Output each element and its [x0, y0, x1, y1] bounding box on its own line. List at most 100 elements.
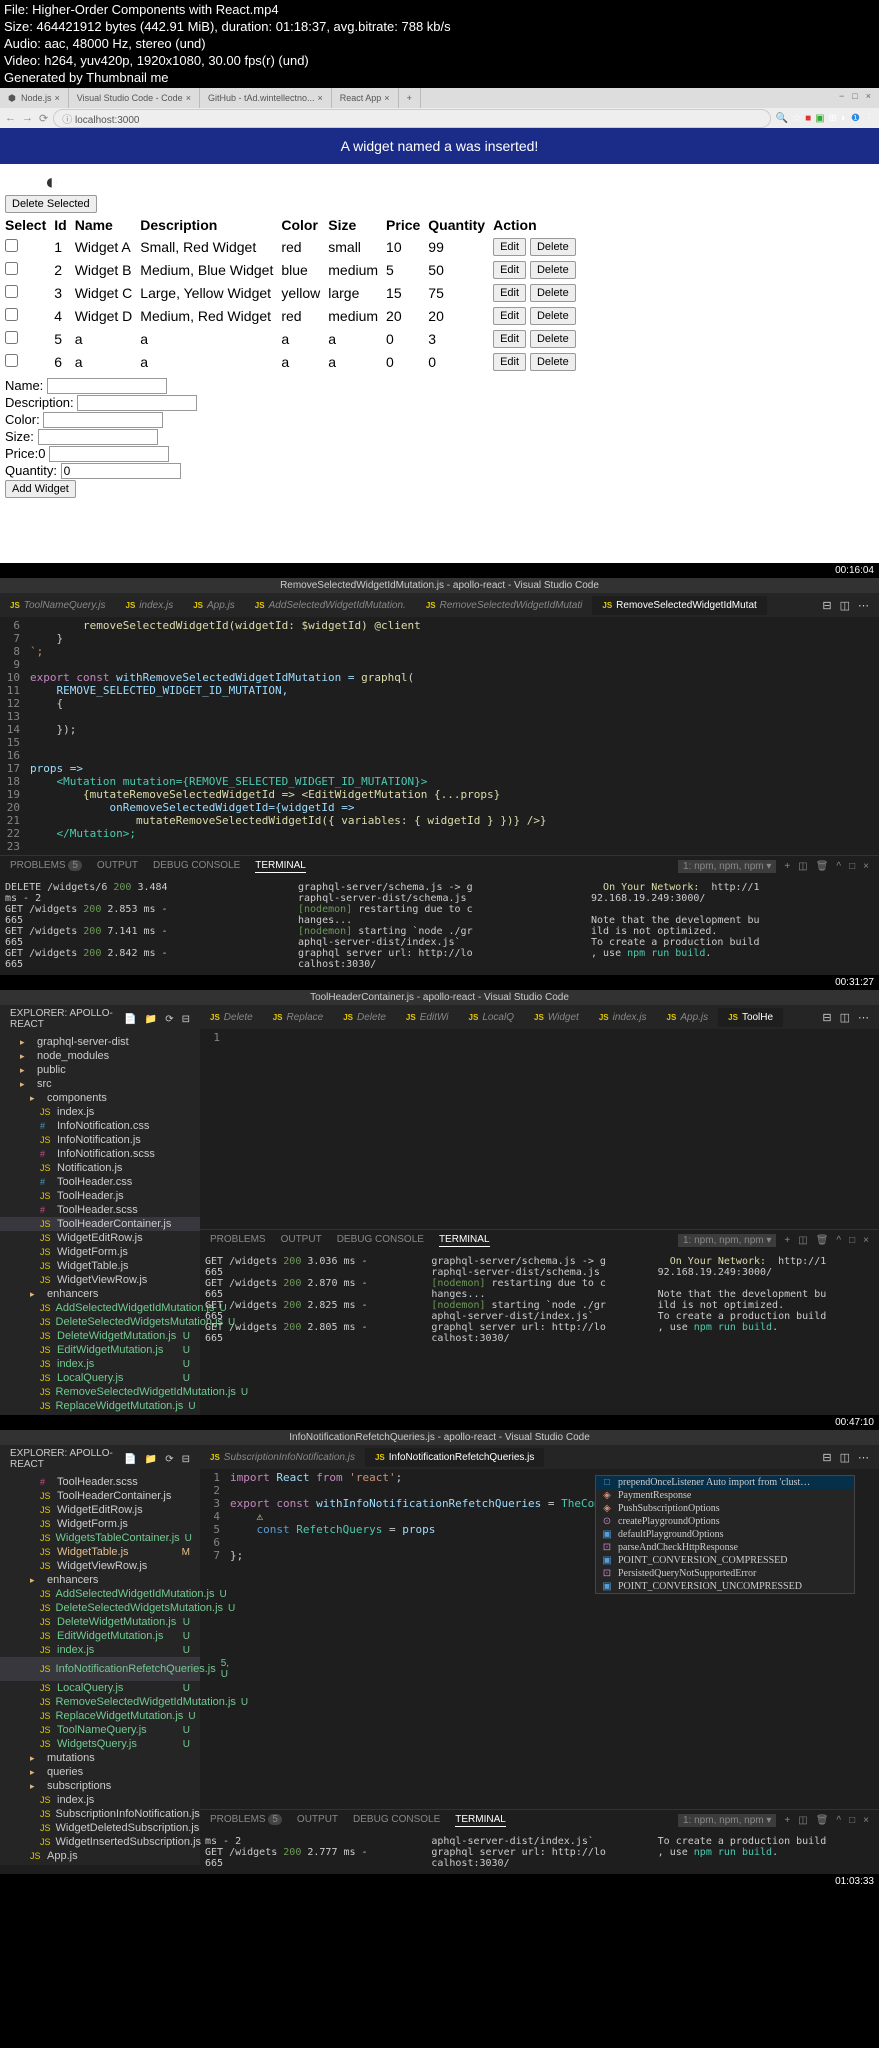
- row-checkbox[interactable]: [5, 308, 18, 321]
- tree-item[interactable]: JSDeleteSelectedWidgetsMutation.jsU: [0, 1315, 200, 1329]
- tree-item[interactable]: JSindex.js: [0, 1793, 200, 1807]
- chevron-up-icon[interactable]: ^: [836, 861, 841, 872]
- split-icon[interactable]: ◫: [798, 1815, 807, 1826]
- autocomplete-item[interactable]: ⊡parseAndCheckHttpResponse: [596, 1541, 854, 1554]
- terminal-body[interactable]: GET /widgets 200 3.036 ms - 665 GET /wid…: [200, 1251, 879, 1349]
- size-input[interactable]: [38, 429, 158, 445]
- tree-item[interactable]: JSReplaceWidgetMutation.jsU: [0, 1399, 200, 1413]
- plus-icon[interactable]: +: [784, 1815, 790, 1826]
- code-editor[interactable]: 1: [200, 1029, 879, 1229]
- editor-tab[interactable]: JSAddSelectedWidgetIdMutation.: [245, 596, 416, 615]
- code-editor[interactable]: 67891011121314151617181920212223 removeS…: [0, 617, 879, 855]
- tree-item[interactable]: JSWidgetTable.jsM: [0, 1545, 200, 1559]
- tree-item[interactable]: ▸mutations: [0, 1751, 200, 1765]
- tree-item[interactable]: #ToolHeader.scss: [0, 1203, 200, 1217]
- edit-button[interactable]: Edit: [493, 353, 526, 371]
- color-input[interactable]: [43, 412, 163, 428]
- tree-item[interactable]: ▸node_modules: [0, 1049, 200, 1063]
- browser-tab[interactable]: Visual Studio Code - Code×: [69, 88, 200, 108]
- debug-console-tab[interactable]: DEBUG CONSOLE: [337, 1234, 424, 1247]
- tree-item[interactable]: #InfoNotification.scss: [0, 1147, 200, 1161]
- new-folder-icon[interactable]: 📁: [145, 1014, 157, 1025]
- split-icon[interactable]: ◫: [840, 599, 850, 612]
- editor-tab[interactable]: JSToolHe: [718, 1008, 783, 1027]
- tree-item[interactable]: JSWidgetsTableContainer.jsU: [0, 1531, 200, 1545]
- problems-tab[interactable]: PROBLEMS 5: [10, 860, 82, 873]
- editor-tab[interactable]: JSDelete: [333, 1008, 396, 1027]
- tree-item[interactable]: JSDeleteWidgetMutation.jsU: [0, 1615, 200, 1629]
- tree-item[interactable]: ▸src: [0, 1077, 200, 1091]
- new-folder-icon[interactable]: 📁: [145, 1454, 157, 1465]
- row-checkbox[interactable]: [5, 239, 18, 252]
- editor-tab[interactable]: JSWidget: [524, 1008, 589, 1027]
- editor-tab[interactable]: JSRemoveSelectedWidgetIdMutati: [416, 596, 593, 615]
- delete-button[interactable]: Delete: [530, 261, 576, 279]
- close-icon[interactable]: ×: [863, 861, 869, 872]
- tree-item[interactable]: ▸queries: [0, 1765, 200, 1779]
- tree-item[interactable]: JSAddSelectedWidgetIdMutation.jsU: [0, 1301, 200, 1315]
- maximize-icon[interactable]: □: [852, 91, 857, 105]
- tree-item[interactable]: #InfoNotification.css: [0, 1119, 200, 1133]
- more-icon[interactable]: ⋯: [858, 599, 869, 612]
- minimize-icon[interactable]: −: [839, 91, 844, 105]
- output-tab[interactable]: OUTPUT: [281, 1234, 322, 1247]
- editor-tab[interactable]: JSApp.js: [183, 596, 245, 615]
- tree-item[interactable]: ▸public: [0, 1063, 200, 1077]
- new-tab-button[interactable]: +: [399, 88, 421, 108]
- tree-item[interactable]: JSToolHeaderContainer.js: [0, 1217, 200, 1231]
- autocomplete-item[interactable]: ◈PaymentResponse: [596, 1489, 854, 1502]
- editor-tab[interactable]: JSindex.js: [589, 1008, 657, 1027]
- tree-item[interactable]: JSEditWidgetMutation.jsU: [0, 1629, 200, 1643]
- trash-icon[interactable]: 🗑: [816, 1815, 829, 1826]
- tree-item[interactable]: JSDeleteSelectedWidgetsMutation.jsU: [0, 1601, 200, 1615]
- close-icon[interactable]: ×: [863, 1235, 869, 1246]
- editor-tab[interactable]: JSRemoveSelectedWidgetIdMutat: [592, 596, 766, 615]
- editor-tab[interactable]: JSToolNameQuery.js: [0, 596, 116, 615]
- compare-icon[interactable]: ⊟: [822, 1451, 831, 1464]
- add-widget-button[interactable]: Add Widget: [5, 480, 76, 498]
- autocomplete-popup[interactable]: □prependOnceListener Auto import from 'c…: [595, 1475, 855, 1594]
- close-icon[interactable]: ×: [55, 93, 60, 103]
- forward-icon[interactable]: →: [22, 112, 33, 125]
- name-input[interactable]: [47, 378, 167, 394]
- row-checkbox[interactable]: [5, 331, 18, 344]
- qty-input[interactable]: [61, 463, 181, 479]
- output-tab[interactable]: OUTPUT: [297, 1814, 338, 1827]
- output-tab[interactable]: OUTPUT: [97, 860, 138, 873]
- terminal-tab[interactable]: TERMINAL: [455, 1814, 506, 1827]
- editor-tab[interactable]: JSLocalQ: [459, 1008, 524, 1027]
- ext-icon[interactable]: ◐: [841, 113, 847, 124]
- autocomplete-item[interactable]: ▣POINT_CONVERSION_UNCOMPRESSED: [596, 1580, 854, 1593]
- edit-button[interactable]: Edit: [493, 330, 526, 348]
- tree-item[interactable]: ▸components: [0, 1091, 200, 1105]
- close-icon[interactable]: ×: [866, 91, 871, 105]
- tree-item[interactable]: JSNotification.js: [0, 1161, 200, 1175]
- autocomplete-item[interactable]: ⊡PersistedQueryNotSupportedError: [596, 1567, 854, 1580]
- tree-item[interactable]: JSWidgetViewRow.js: [0, 1273, 200, 1287]
- ext-icon[interactable]: ❶: [851, 113, 860, 124]
- price-input[interactable]: [49, 446, 169, 462]
- tree-item[interactable]: JSWidgetViewRow.js: [0, 1559, 200, 1573]
- terminal-body[interactable]: DELETE /widgets/6 200 3.484 ms - 2 GET /…: [0, 877, 879, 975]
- edit-button[interactable]: Edit: [493, 284, 526, 302]
- split-icon[interactable]: ◫: [798, 1235, 807, 1246]
- tree-item[interactable]: #ToolHeader.css: [0, 1175, 200, 1189]
- tree-item[interactable]: JSWidgetTable.js: [0, 1259, 200, 1273]
- more-icon[interactable]: ⋯: [858, 1451, 869, 1464]
- compare-icon[interactable]: ⊟: [822, 1011, 831, 1024]
- ext-icon[interactable]: ▣: [815, 113, 824, 124]
- tree-item[interactable]: JSToolHeaderContainer.js: [0, 1489, 200, 1503]
- tree-item[interactable]: ▸enhancers: [0, 1287, 200, 1301]
- code-editor[interactable]: 1234567 import React from 'react'; expor…: [200, 1469, 879, 1589]
- edit-button[interactable]: Edit: [493, 307, 526, 325]
- split-icon[interactable]: ◫: [840, 1011, 850, 1024]
- collapse-icon[interactable]: ⊟: [182, 1454, 190, 1465]
- delete-button[interactable]: Delete: [530, 353, 576, 371]
- tree-item[interactable]: JSApp.js: [0, 1849, 200, 1863]
- compare-icon[interactable]: ⊟: [822, 599, 831, 612]
- editor-tab[interactable]: JSindex.js: [116, 596, 184, 615]
- ext-icon[interactable]: ⊞: [829, 113, 837, 124]
- editor-tab[interactable]: JSDelete: [200, 1008, 263, 1027]
- close-icon[interactable]: ×: [384, 93, 389, 103]
- tree-item[interactable]: JSDeleteWidgetMutation.jsU: [0, 1329, 200, 1343]
